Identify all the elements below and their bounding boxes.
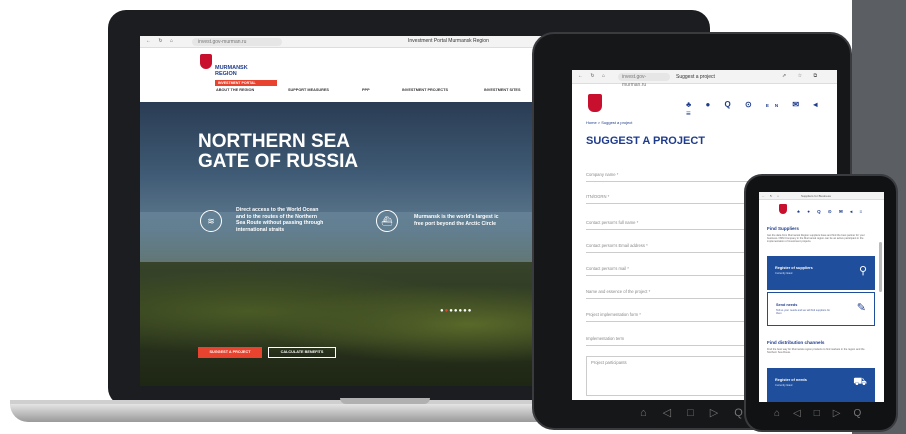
region-crest-icon[interactable] xyxy=(588,94,602,112)
feature-port-text: Murmansk is the world's largest ic free … xyxy=(414,214,499,227)
region-crest-icon[interactable] xyxy=(779,204,787,214)
hero-title: NORTHERN SEA GATE OF RUSSIA xyxy=(198,131,359,172)
page-title: SUGGEST A PROJECT xyxy=(586,135,705,147)
page-tab-title: Investment Portal Murmansk Region xyxy=(408,38,489,44)
phone-screen: ← ↻ ⌂ Suppliers for Business ♣ ● Q ⊙ ✉ ◂… xyxy=(759,192,884,402)
register-suppliers-card[interactable]: Register of suppliers Currently listed ⚲ xyxy=(767,256,875,290)
network-icon: ⚲ xyxy=(858,265,867,277)
menu-item-projects[interactable]: INVESTMENT PROJECTS xyxy=(402,88,448,92)
phone-nav-bar[interactable]: ⌂◁□▷Q xyxy=(774,408,874,419)
address-bar[interactable]: invest.gov-murman.ru xyxy=(192,38,282,46)
browser-action-icons[interactable]: ⇗ ☆ ⧉ xyxy=(782,73,822,79)
address-bar[interactable]: invest.gov-murman.ru xyxy=(618,73,670,88)
register-needs-card[interactable]: Register of needs Currently listed ⛟ xyxy=(767,368,875,402)
ship-icon: ⛴ xyxy=(376,210,398,232)
page-tab-title: Suppliers for Business xyxy=(801,194,831,198)
browser-nav-icons[interactable]: ← ↻ ⌂ xyxy=(578,73,608,79)
breadcrumb[interactable]: Home > Suggest a project xyxy=(586,120,632,125)
find-suppliers-text: Get the data from Murmansk Region suppli… xyxy=(767,234,865,244)
find-suppliers-heading: Find Suppliers xyxy=(767,226,799,231)
scrollbar[interactable] xyxy=(879,242,882,292)
find-channels-text: Find the best way for Murmansk region pr… xyxy=(767,348,865,355)
browser-nav-icons[interactable]: ← ↻ ⌂ xyxy=(762,194,781,198)
phone-browser-bar: ← ↻ ⌂ Suppliers for Business xyxy=(759,192,884,200)
region-crest-icon[interactable] xyxy=(200,54,212,69)
send-needs-card[interactable]: Send needs Tell us your needs and we wil… xyxy=(767,292,875,326)
laptop-notch xyxy=(340,398,430,404)
menu-item-ppp[interactable]: PPP xyxy=(362,88,370,92)
find-channels-heading: Find distribution channels xyxy=(767,340,825,345)
document-icon: ✎ xyxy=(856,302,866,314)
language-switch: EN xyxy=(765,103,785,108)
tablet-toolbar-icons[interactable]: ♣ ● Q ⊙ EN ✉ ◂ ≡ xyxy=(686,100,837,118)
waves-icon: ≋ xyxy=(200,210,222,232)
page-tab-title: Suggest a project xyxy=(676,74,715,80)
tablet-browser-bar: ← ↻ ⌂ invest.gov-murman.ru Suggest a pro… xyxy=(572,70,837,88)
menu-item-sites[interactable]: INVESTMENT SITES xyxy=(484,88,521,92)
slider-dots[interactable]: ●●●●●●● xyxy=(440,308,472,314)
feature-ocean-text: Direct access to the World Ocean and to … xyxy=(236,207,324,233)
calculate-benefits-button[interactable]: CALCULATE BENEFITS xyxy=(268,347,336,358)
tablet-nav-bar[interactable]: ⌂◁□▷Q xyxy=(640,406,759,419)
browser-nav-icons[interactable]: ← ↻ ⌂ xyxy=(146,38,176,44)
suggest-project-button[interactable]: SUGGEST A PROJECT xyxy=(198,347,262,358)
phone-toolbar-icons[interactable]: ♣ ● Q ⊙ ✉ ◂ ≡ xyxy=(797,209,865,215)
menu-item-support[interactable]: SUPPORT MEASURES xyxy=(288,88,329,92)
portal-tag: INVESTMENT PORTAL xyxy=(215,80,277,86)
menu-item-about[interactable]: ABOUT THE REGION xyxy=(216,88,254,92)
brand-name[interactable]: MURMANSK REGION xyxy=(215,65,248,77)
cart-icon: ⛟ xyxy=(853,376,867,388)
